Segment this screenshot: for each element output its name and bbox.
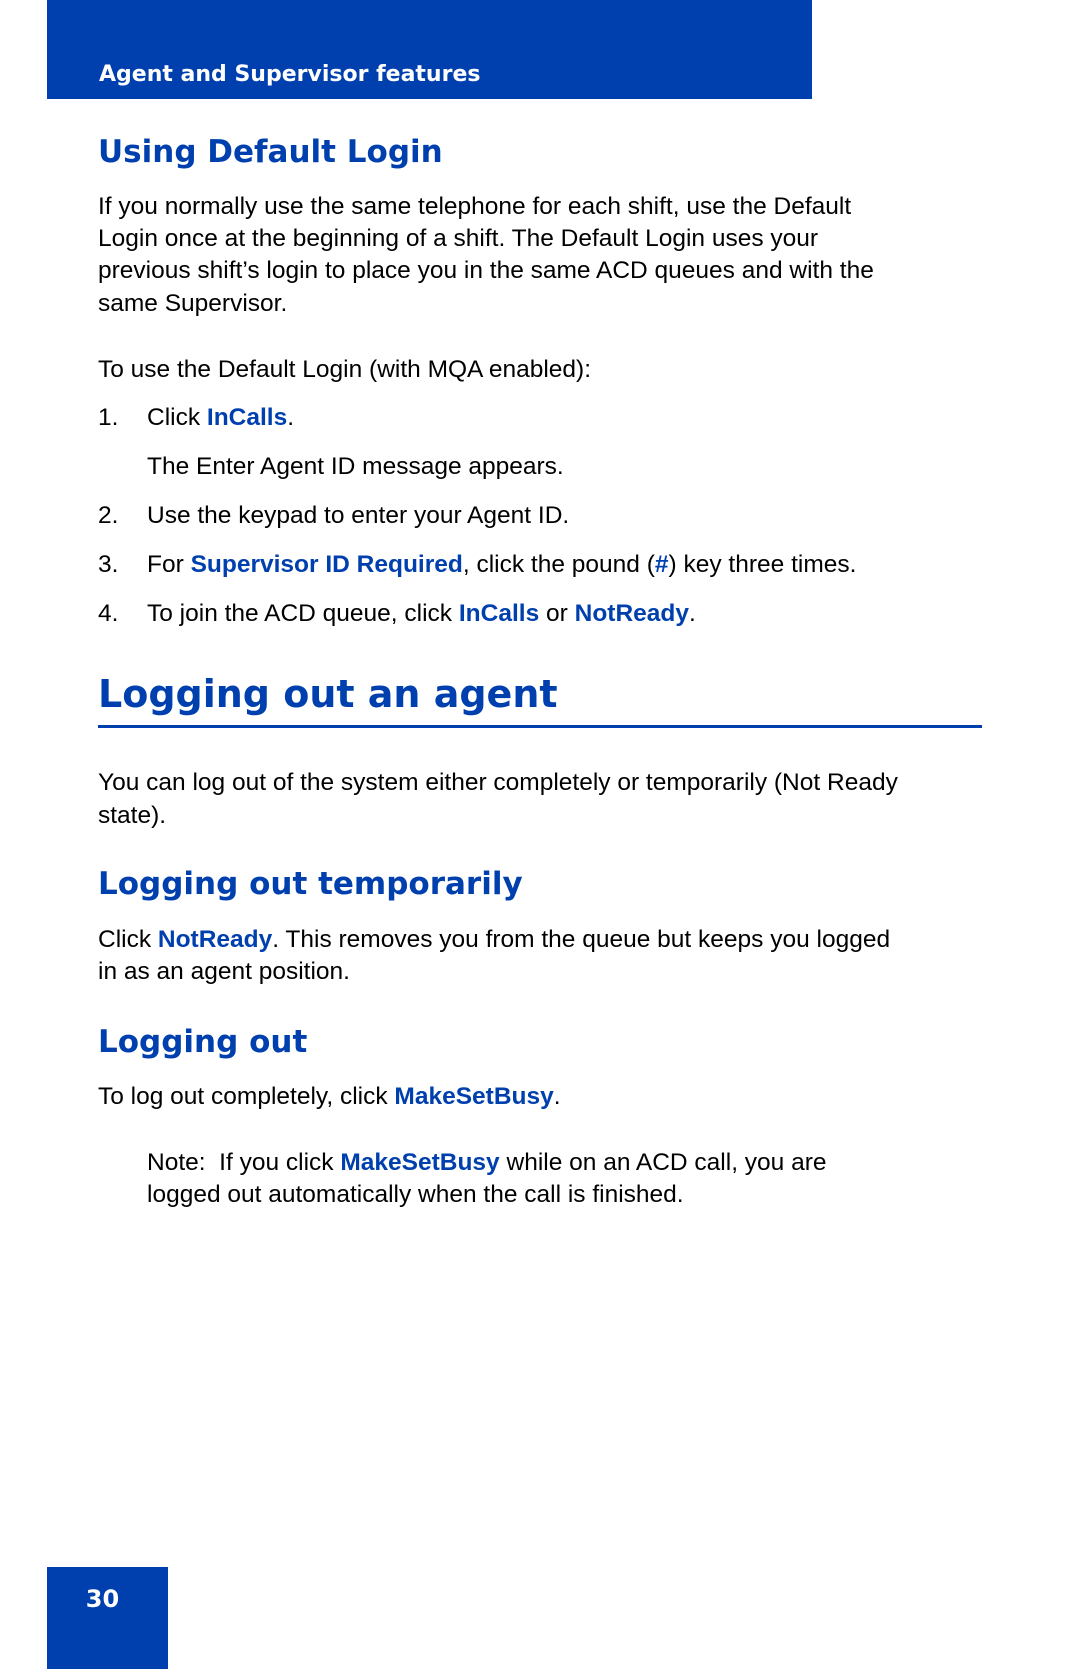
heading-logging-out-an-agent: Logging out an agent [98,672,558,716]
paragraph-line: Click NotReady. This removes you from th… [98,924,890,957]
heading-logging-out: Logging out [98,1024,308,1060]
step-1: 1. Click InCalls. [98,402,294,435]
text: Click [98,926,158,953]
step-text: Use the keypad to enter your Agent ID. [147,502,570,529]
step-2: 2. Use the keypad to enter your Agent ID. [98,500,569,533]
paragraph-line: state). [98,802,167,829]
procedure-lead: To use the Default Login (with MQA enabl… [98,356,592,383]
note-line: logged out automatically when the call i… [147,1181,684,1208]
step-text: For [147,551,191,578]
step-text: To join the ACD queue, click [147,600,459,627]
page-number: 30 [85,1585,120,1613]
key-incalls: InCalls [206,404,288,431]
paragraph-line: in as an agent position. [98,958,350,985]
paragraph-line: To log out completely, click MakeSetBusy… [98,1081,561,1114]
key-notready: NotReady [574,600,689,627]
heading-rule [98,725,982,728]
paragraph-line: Login once at the beginning of a shift. … [98,225,819,252]
text: . [553,1083,561,1110]
key-incalls: InCalls [458,600,540,627]
note-label: Note: If you click [147,1149,341,1176]
step-text: . [688,600,696,627]
note: Note: If you click MakeSetBusy while on … [147,1147,827,1180]
header-band: Agent and Supervisor features [47,0,812,99]
step-text: ) key three times. [668,551,857,578]
step-number: 4. [98,600,119,627]
step-4: 4. To join the ACD queue, click InCalls o… [98,598,696,631]
paragraph-line: same Supervisor. [98,290,288,317]
step-number: 1. [98,404,119,431]
heading-logging-out-temporarily: Logging out temporarily [98,866,523,902]
step-text: . [287,404,295,431]
section-title: Agent and Supervisor features [99,62,481,87]
step-3: 3. For Supervisor ID Required, click the … [98,549,856,582]
step-number: 3. [98,551,119,578]
step-text: or [539,600,575,627]
text: . This removes you from the queue but ke… [272,926,891,953]
step-1-result: The Enter Agent ID message appears. [147,453,564,480]
key-makesetbusy: MakeSetBusy [394,1083,554,1110]
key-makesetbusy: MakeSetBusy [340,1149,500,1176]
key-supervisor-id-required: Supervisor ID Required [190,551,463,578]
key-pound: # [654,551,669,578]
heading-using-default-login: Using Default Login [98,134,443,170]
page-number-box: 30 [47,1567,168,1669]
text: To log out completely, click [98,1083,395,1110]
key-notready: NotReady [157,926,273,953]
paragraph-line: previous shift’s login to place you in t… [98,257,874,284]
step-text: Click [147,404,207,431]
step-number: 2. [98,502,119,529]
text: while on an ACD call, you are [499,1149,827,1176]
paragraph-line: If you normally use the same telephone f… [98,193,852,220]
paragraph-line: You can log out of the system either com… [98,769,898,796]
step-text: , click the pound ( [462,551,655,578]
